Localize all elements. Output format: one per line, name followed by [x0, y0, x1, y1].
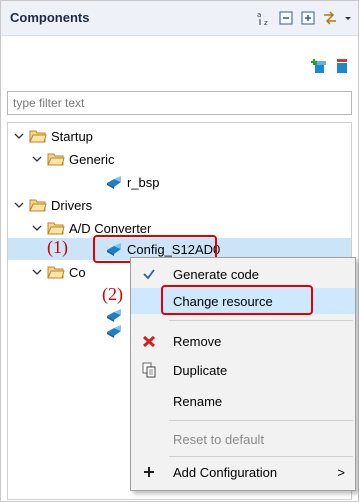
menu-label-add-configuration: Add Configuration: [173, 464, 278, 480]
folder-icon: [29, 128, 47, 144]
menu-item-generate-code[interactable]: Generate code: [131, 261, 355, 287]
expand-all-icon[interactable]: [300, 10, 316, 26]
panel-titlebar: Components az: [1, 1, 358, 36]
filter-input[interactable]: [7, 91, 352, 115]
chevron-down-icon[interactable]: [13, 200, 25, 210]
menu-item-remove[interactable]: Remove: [131, 328, 355, 354]
annotation-marker-1: (1): [47, 237, 68, 257]
tree-label-ad-converter: A/D Converter: [69, 220, 152, 236]
folder-icon: [47, 220, 65, 236]
sort-alpha-icon[interactable]: az: [256, 10, 272, 26]
tree-label-generic: Generic: [69, 151, 115, 167]
panel-toolbar: az: [256, 10, 352, 26]
red-x-icon: [131, 334, 167, 348]
folder-icon: [29, 197, 47, 213]
plus-icon: [131, 466, 167, 478]
menu-item-rename[interactable]: Rename: [131, 388, 355, 414]
menu-separator: [169, 420, 353, 421]
view-menu-chevron-icon[interactable]: [344, 10, 352, 26]
collapse-all-icon[interactable]: [278, 10, 294, 26]
tree-label-r-bsp: r_bsp: [127, 174, 160, 190]
panel-title: Components: [10, 10, 90, 25]
menu-separator: [169, 320, 353, 321]
chevron-down-icon[interactable]: [31, 223, 43, 233]
chevron-down-icon[interactable]: [13, 131, 25, 141]
chevron-down-icon[interactable]: [31, 154, 43, 164]
folder-icon: [47, 264, 65, 280]
remove-component-icon[interactable]: [334, 58, 350, 77]
svg-text:z: z: [264, 19, 268, 26]
tree-node-r-bsp[interactable]: r_bsp: [105, 171, 160, 193]
tree-node-drivers[interactable]: Drivers: [13, 194, 92, 216]
menu-label-reset-to-default: Reset to default: [173, 431, 265, 447]
menu-separator: [169, 456, 353, 457]
checkmark-icon: [131, 267, 167, 281]
component-actions: [310, 58, 350, 77]
component-icon: [105, 323, 123, 342]
tree-node-co-partial[interactable]: Co: [31, 261, 86, 283]
folder-icon: [47, 151, 65, 167]
menu-label-rename: Rename: [173, 393, 223, 409]
tree-label-drivers: Drivers: [51, 197, 93, 213]
menu-label-generate-code: Generate code: [173, 266, 260, 282]
submenu-arrow-icon: >: [337, 464, 345, 480]
menu-label-remove: Remove: [173, 333, 222, 349]
menu-label-duplicate: Duplicate: [173, 362, 228, 378]
component-icon: [105, 174, 123, 190]
tree-label-co-partial: Co: [69, 264, 86, 280]
tree-node-generic[interactable]: Generic: [31, 148, 115, 170]
copy-icon: [131, 362, 167, 378]
menu-item-reset-to-default[interactable]: Reset to default: [131, 426, 355, 452]
tree-label-startup: Startup: [51, 128, 93, 144]
tree-node-startup[interactable]: Startup: [13, 125, 93, 147]
menu-item-duplicate[interactable]: Duplicate: [131, 357, 355, 383]
link-icon[interactable]: [322, 10, 338, 26]
menu-item-add-configuration[interactable]: Add Configuration >: [131, 459, 355, 485]
annotation-box-2: [161, 285, 313, 315]
components-panel: Components az type filter text Startup G…: [0, 0, 359, 502]
annotation-marker-2: (2): [102, 284, 123, 304]
add-component-icon[interactable]: [310, 58, 326, 77]
chevron-down-icon[interactable]: [31, 267, 43, 277]
svg-text:a: a: [257, 11, 261, 19]
